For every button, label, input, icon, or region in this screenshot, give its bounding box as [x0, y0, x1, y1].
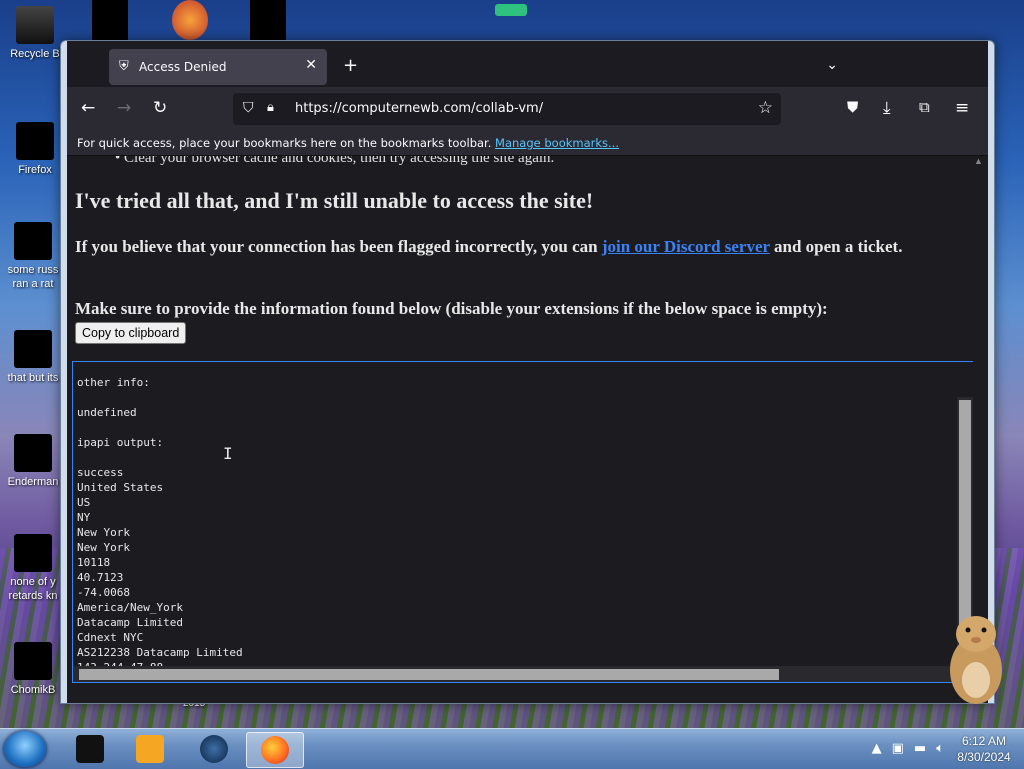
info-line [77, 450, 243, 465]
taskbar-item-media[interactable] [122, 732, 178, 766]
taskbar-item-1[interactable] [62, 732, 118, 766]
page-scroll-up-icon[interactable]: ▲ [974, 156, 984, 166]
discord-link[interactable]: join our Discord server [602, 237, 770, 256]
info-line: United States [77, 481, 164, 494]
info-line: undefined [77, 406, 137, 419]
page-heading: I've tried all that, and I'm still unabl… [75, 188, 594, 213]
bookmark-star-icon[interactable]: ☆ [758, 98, 773, 118]
volume-icon[interactable]: 🔈︎ [936, 741, 944, 756]
file-icon [14, 330, 52, 368]
tab-strip: ⛨ Access Denied ✕ + ⌄ [67, 41, 988, 87]
desktop-icon-file-3[interactable]: none of y retards kn [0, 534, 66, 603]
info-line: 40.7123 [77, 571, 124, 584]
info-line: NY [77, 511, 91, 524]
info-line: New York [77, 526, 130, 539]
info-line: ipapi output: [77, 436, 164, 449]
taskbar-item-globe[interactable] [186, 732, 242, 766]
info-line: other info: [77, 376, 150, 389]
file-icon [14, 222, 52, 260]
info-line [77, 420, 243, 435]
close-tab-icon[interactable]: ✕ [305, 57, 317, 73]
horizontal-scrollbar[interactable] [73, 666, 957, 682]
tab-title: Access Denied [139, 60, 227, 74]
desktop-icon-firefox[interactable]: Firefox [2, 122, 68, 177]
desktop-icon-top-3[interactable] [250, 0, 286, 40]
discord-paragraph: If you believe that your connection has … [75, 237, 903, 256]
hamster-sticker [950, 616, 1002, 704]
bookmarks-message: For quick access, place your bookmarks h… [77, 136, 492, 150]
info-lines: other info: undefined ipapi output: succ… [77, 375, 243, 675]
desktop-icon-top-1[interactable] [92, 0, 128, 40]
tab-access-denied[interactable]: ⛨ Access Denied ✕ [109, 49, 327, 85]
plus-icon[interactable]: + [343, 55, 358, 76]
clock-time: 6:12 AM [961, 734, 1007, 748]
text-cursor-icon: I [223, 444, 233, 463]
globe-icon [200, 735, 228, 763]
horizontal-scroll-thumb[interactable] [79, 669, 779, 680]
desktop-icon-top-2[interactable] [172, 0, 208, 40]
network-icon[interactable]: ▣ [892, 741, 904, 756]
info-line: US [77, 496, 91, 509]
back-arrow-icon[interactable]: ← [81, 98, 95, 118]
show-hidden-icons-icon[interactable]: ▲ [872, 741, 882, 756]
firefox-icon [261, 736, 289, 764]
url-bar[interactable]: ⛉ 🔒︎ https://computernewb.com/collab-vm/… [233, 93, 781, 125]
desktop-icon-recycle-bin[interactable]: Recycle B [2, 6, 68, 61]
page-content: • Clear your browser cache and cookies, … [67, 156, 988, 703]
manage-bookmarks-link[interactable]: Manage bookmarks... [495, 136, 619, 150]
firefox-icon [16, 122, 54, 160]
start-button[interactable] [4, 731, 46, 767]
puzzle-favicon-icon: ⛨ [119, 59, 129, 74]
desktop: Recycle B Firefox some russ ran a rat th… [0, 0, 1024, 728]
url-text[interactable]: https://computernewb.com/collab-vm/ [295, 101, 543, 116]
info-textarea[interactable]: other info: undefined ipapi output: succ… [72, 361, 973, 683]
info-line: AS212238 Datacamp Limited [77, 646, 243, 659]
navigation-bar: ← → ↻ ⛉ 🔒︎ https://computernewb.com/coll… [67, 87, 988, 131]
taskbar-item-firefox[interactable] [246, 732, 304, 768]
info-line: 10118 [77, 556, 111, 569]
instructions-paragraph: Make sure to provide the information fou… [75, 299, 828, 318]
bullet-item: • Clear your browser cache and cookies, … [115, 156, 555, 166]
browser-window[interactable]: ▁ □ ✕ ⛨ Access Denied ✕ + ⌄ ← → ↻ ⛉ 🔒︎ h… [60, 40, 995, 704]
desktop-icon-enderman[interactable]: Enderman [0, 434, 66, 489]
recycle-bin-icon [16, 6, 54, 44]
menu-icon[interactable]: ≡ [955, 98, 969, 118]
reload-icon[interactable]: ↻ [153, 98, 167, 118]
info-line: -74.0068 [77, 586, 130, 599]
file-icon [14, 642, 52, 680]
lock-icon[interactable]: 🔒︎ [267, 100, 274, 115]
desktop-icon-chomik[interactable]: ChomikB [0, 642, 66, 697]
info-line: Datacamp Limited [77, 616, 183, 629]
info-line: success [77, 466, 124, 479]
extensions-icon[interactable]: ⧉ [919, 98, 930, 116]
file-icon [14, 434, 52, 472]
clock-date: 8/30/2024 [957, 750, 1011, 764]
file-icon [14, 534, 52, 572]
app-icon [76, 735, 104, 763]
info-line: Cdnext NYC [77, 631, 144, 644]
info-line: America/New_York [77, 601, 183, 614]
taskbar: ▲ ▣ ▬ 🔈︎ 6:12 AM 8/30/2024 [0, 728, 1024, 769]
bookmarks-toolbar: For quick access, place your bookmarks h… [67, 131, 988, 156]
info-line [77, 390, 243, 405]
desktop-icon-file-2[interactable]: that but its [0, 330, 66, 385]
forward-arrow-icon[interactable]: → [117, 98, 131, 118]
download-icon[interactable]: ⤓ [883, 98, 891, 118]
green-indicator-icon [495, 4, 527, 16]
chevron-down-icon[interactable]: ⌄ [826, 57, 838, 73]
pocket-icon[interactable]: ⛊ [847, 98, 858, 116]
copy-to-clipboard-button[interactable]: Copy to clipboard [75, 322, 187, 344]
shield-icon[interactable]: ⛉ [243, 100, 254, 116]
media-player-icon [136, 735, 164, 763]
clock[interactable]: 6:12 AM 8/30/2024 [954, 733, 1014, 765]
display-icon[interactable]: ▬ [914, 741, 926, 756]
desktop-icon-file-1[interactable]: some russ ran a rat [0, 222, 66, 291]
info-line: New York [77, 541, 130, 554]
